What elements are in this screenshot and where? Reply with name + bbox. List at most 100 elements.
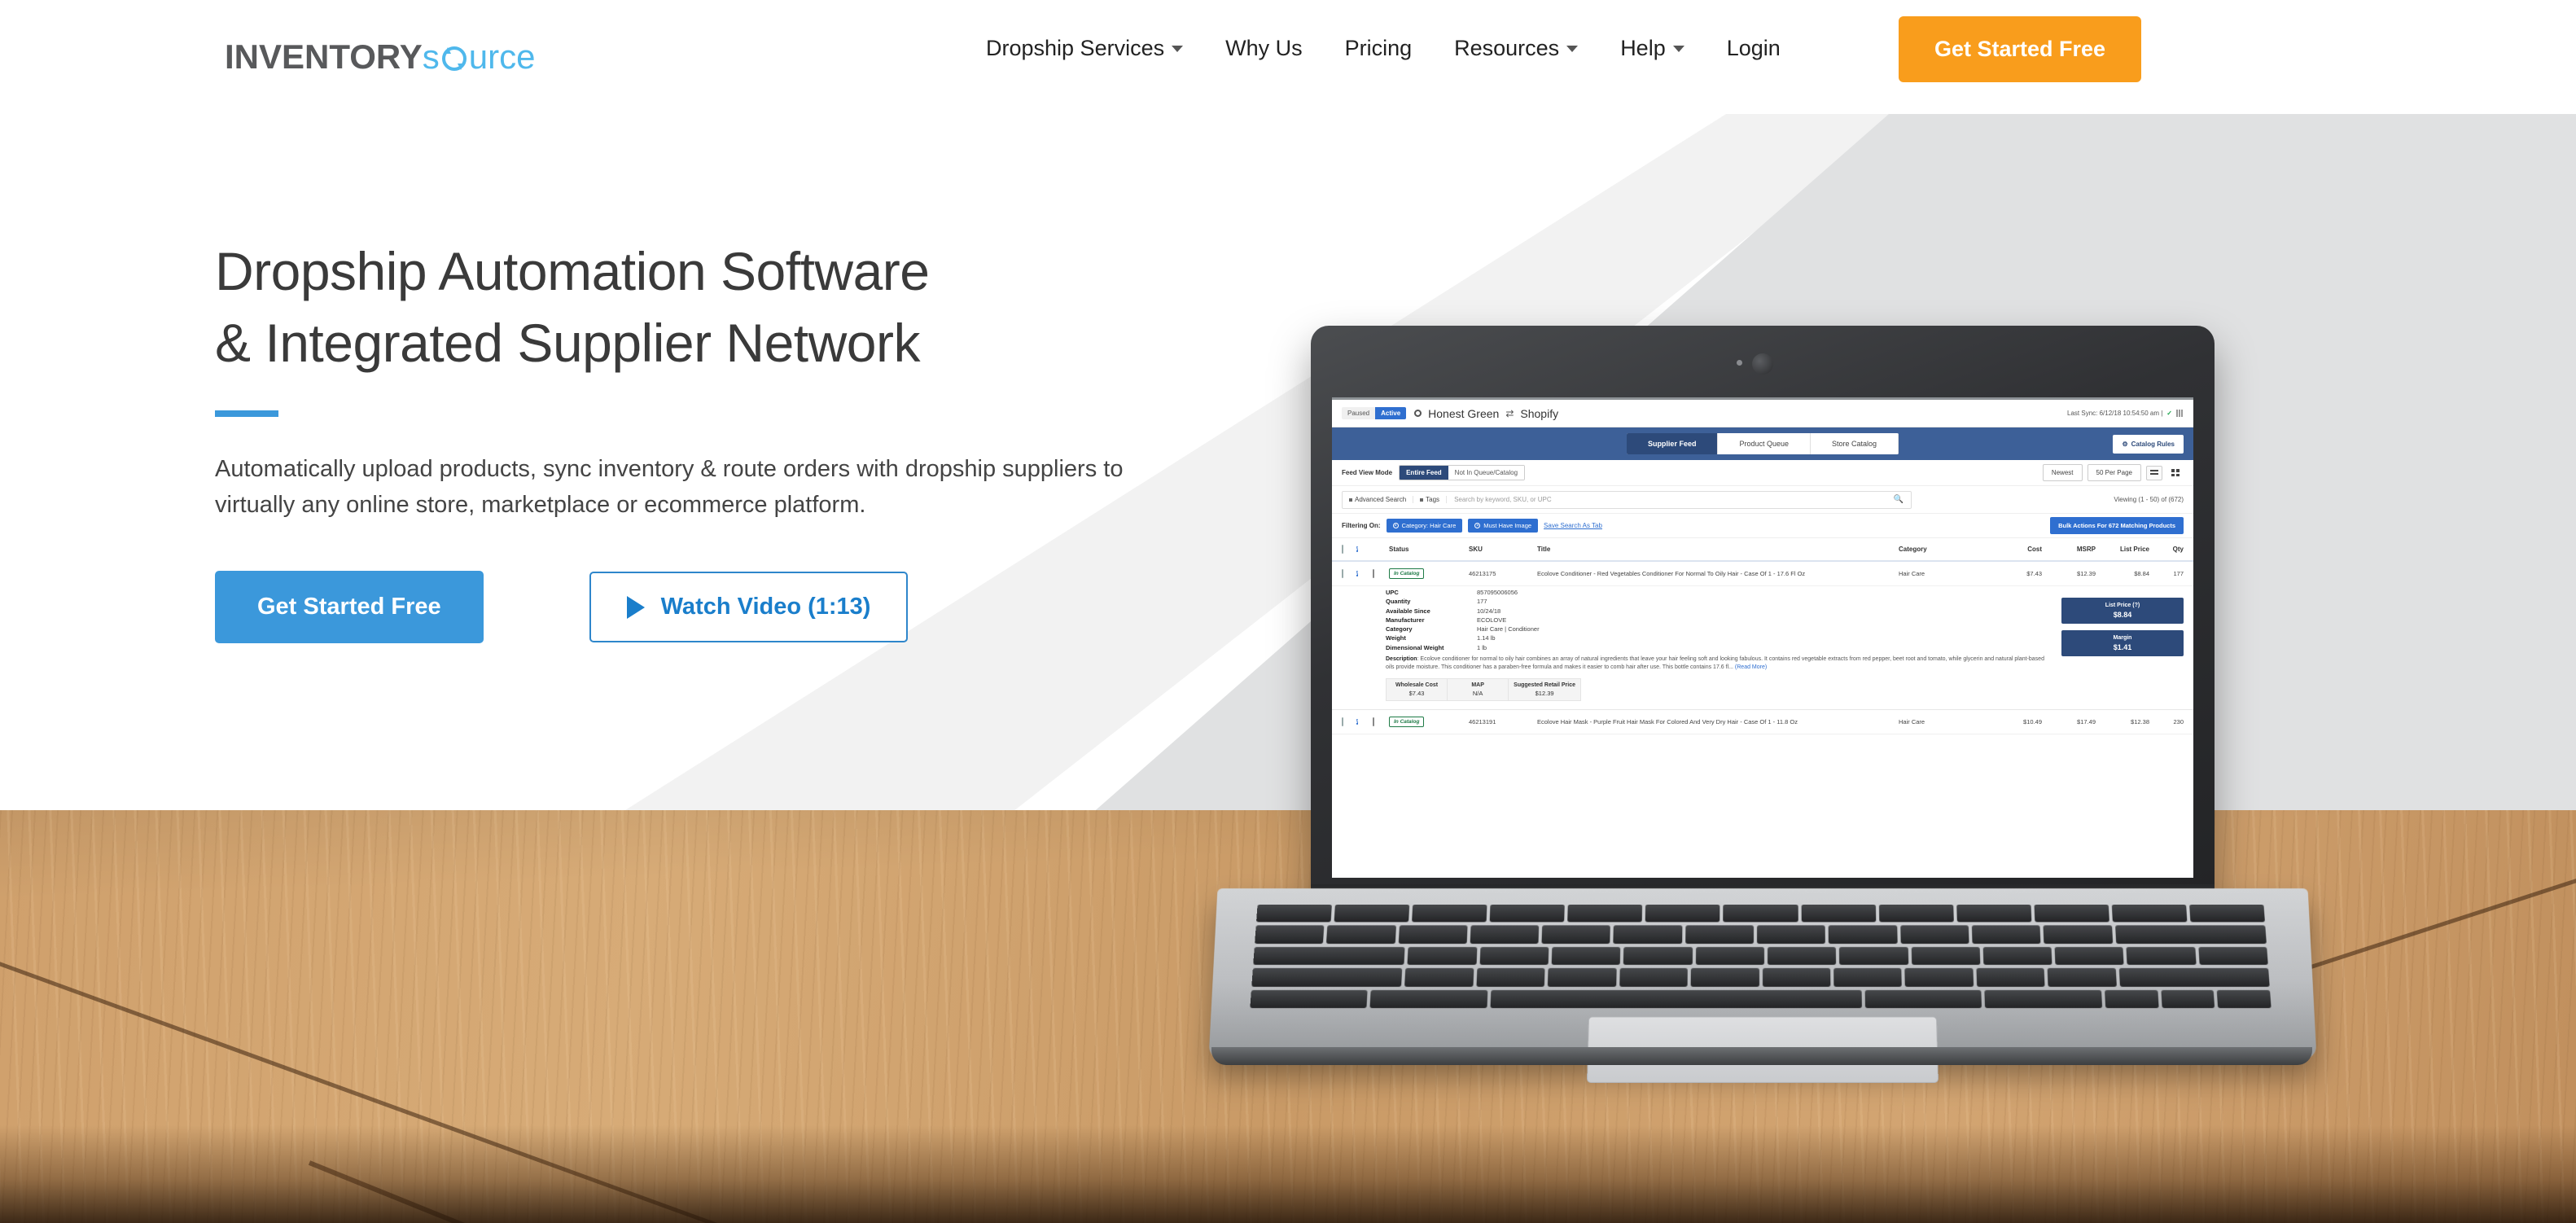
feed-mode-toggle[interactable]: Entire Feed Not In Queue/Catalog	[1399, 465, 1526, 480]
row-info-icon[interactable]: i	[1356, 717, 1373, 727]
rules-icon: ⚙	[2122, 440, 2128, 448]
row-sku: 46213191	[1469, 718, 1496, 726]
price-col: Suggested Retail Price $12.39	[1509, 679, 1580, 700]
logo[interactable]: INVENTORY s urce	[225, 37, 535, 77]
row-info-icon[interactable]: i	[1356, 568, 1373, 579]
nav-item-resources[interactable]: Resources	[1433, 36, 1599, 61]
price-value: $12.39	[1535, 690, 1554, 698]
sort-newest-button[interactable]: Newest	[2042, 464, 2083, 481]
row-category: Hair Care	[1899, 718, 1925, 726]
feed-mode-entire[interactable]: Entire Feed	[1400, 466, 1448, 480]
close-icon[interactable]: ×	[1392, 523, 1399, 528]
row-detail-icon[interactable]	[1373, 569, 1389, 578]
field-key: Category	[1386, 625, 1413, 633]
search-input[interactable]: Search by keyword, SKU, or UPC	[1447, 496, 1893, 503]
field-value: 857095006056	[1477, 589, 1518, 596]
menu-icon[interactable]	[2176, 410, 2184, 417]
laptop-base-front	[1211, 1047, 2312, 1065]
list-price-box: List Price (?) $8.84	[2061, 598, 2184, 624]
hero-subtext: Automatically upload products, sync inve…	[215, 455, 1124, 519]
advanced-search-button[interactable]: Advanced Search	[1343, 496, 1414, 503]
column-cost[interactable]: Cost	[1988, 546, 2042, 553]
nav-item-help[interactable]: Help	[1599, 36, 1706, 61]
nav-label: Dropship Services	[986, 36, 1165, 60]
column-msrp[interactable]: MSRP	[2042, 546, 2096, 553]
margin-box: Margin $1.41	[2061, 630, 2184, 656]
read-more-link[interactable]: (Read More)	[1735, 664, 1767, 670]
column-qty[interactable]: Qty	[2149, 546, 2184, 553]
filter-chip-category-label: Category: Hair Care	[1401, 522, 1457, 529]
info-column-header: i	[1356, 546, 1358, 552]
row-title[interactable]: Ecolove Hair Mask - Purple Fruit Hair Ma…	[1537, 718, 1899, 725]
viewing-count: Viewing (1 - 50) of (672)	[2114, 496, 2184, 503]
close-icon[interactable]: ×	[1474, 523, 1481, 528]
column-sku[interactable]: SKU	[1469, 546, 1537, 553]
price-head: MAP	[1471, 682, 1484, 689]
catalog-rules-label: Catalog Rules	[2131, 440, 2175, 448]
watch-video-button[interactable]: Watch Video (1:13)	[589, 572, 909, 643]
status-toggle[interactable]: Paused Active	[1342, 407, 1407, 419]
field-key: Dimensional Weight	[1386, 643, 1444, 651]
description-text: : Ecolove conditioner for normal to oily…	[1386, 655, 2044, 670]
field-key: Manufacturer	[1386, 616, 1425, 624]
column-category[interactable]: Category	[1899, 546, 1988, 553]
save-search-link[interactable]: Save Search As Tab	[1544, 522, 1602, 529]
nav-label: Login	[1726, 36, 1781, 60]
row-detail-icon[interactable]	[1373, 717, 1389, 727]
header-get-started-button[interactable]: Get Started Free	[1899, 16, 2142, 82]
price-value: N/A	[1472, 690, 1483, 698]
app-tabs: Supplier Feed Product Queue Store Catalo…	[1626, 433, 1899, 454]
list-view-icon[interactable]	[2146, 465, 2162, 480]
field-key: UPC	[1386, 589, 1399, 596]
tab-product-queue[interactable]: Product Queue	[1718, 433, 1811, 454]
filtering-on-label: Filtering On:	[1342, 522, 1381, 529]
row-title[interactable]: Ecolove Conditioner - Red Vegetables Con…	[1537, 570, 1899, 577]
tab-supplier-feed[interactable]: Supplier Feed	[1626, 433, 1719, 454]
row-checkbox[interactable]	[1342, 717, 1356, 727]
hero-get-started-button[interactable]: Get Started Free	[215, 571, 484, 644]
bulk-actions-button[interactable]: Bulk Actions For 672 Matching Products	[2050, 517, 2184, 534]
chevron-down-icon	[1672, 45, 1684, 52]
tab-store-catalog[interactable]: Store Catalog	[1811, 433, 1899, 454]
search-icon[interactable]: 🔍	[1893, 495, 1904, 504]
per-page-select[interactable]: 50 Per Page	[2087, 464, 2141, 481]
nav-label: Help	[1620, 36, 1666, 60]
column-title[interactable]: Title	[1537, 546, 1899, 553]
nav-item-dropship-services[interactable]: Dropship Services	[965, 36, 1204, 61]
detail-field: Quantity 177	[1386, 597, 2050, 606]
filter-chip-category[interactable]: × Category: Hair Care	[1386, 519, 1463, 533]
main-nav: Dropship Services Why Us Pricing Resourc…	[965, 36, 1802, 61]
chevron-down-icon	[1566, 45, 1579, 52]
status-active-option[interactable]: Active	[1375, 407, 1407, 419]
filter-chip-image[interactable]: × Must Have Image	[1468, 519, 1539, 533]
select-all-checkbox[interactable]	[1342, 545, 1356, 554]
advanced-search-label: Advanced Search	[1355, 496, 1407, 503]
row-checkbox[interactable]	[1342, 569, 1356, 578]
nav-item-why-us[interactable]: Why Us	[1204, 36, 1324, 61]
gear-icon[interactable]	[1414, 410, 1422, 417]
column-list-price[interactable]: List Price	[2096, 546, 2149, 553]
row-list-price: $12.38	[2131, 718, 2149, 726]
price-value: $7.43	[1408, 690, 1425, 698]
margin-label: Margin	[2113, 635, 2132, 641]
detail-field: Available Since 10/24/18	[1386, 607, 2050, 616]
catalog-rules-button[interactable]: ⚙ Catalog Rules	[2113, 434, 2184, 454]
toolbar-right-controls: Newest 50 Per Page	[2042, 464, 2184, 481]
nav-item-pricing[interactable]: Pricing	[1324, 36, 1434, 61]
laptop-screen: Paused Active Honest Green ⇄ Shopify Las…	[1332, 397, 2193, 878]
grid-view-icon[interactable]	[2167, 466, 2184, 480]
nav-label: Resources	[1454, 36, 1560, 60]
status-paused-option[interactable]: Paused	[1342, 407, 1376, 419]
supplier-name: Honest Green	[1428, 406, 1500, 420]
column-status[interactable]: Status	[1389, 546, 1441, 553]
nav-item-login[interactable]: Login	[1706, 36, 1802, 61]
row-cost: $7.43	[2026, 570, 2042, 577]
table-row[interactable]: i In Catalog 46213175 Ecolove Conditione…	[1332, 562, 2193, 586]
field-key: Quantity	[1386, 598, 1411, 606]
table-row[interactable]: i In Catalog 46213191 Ecolove Hair Mask …	[1332, 709, 2193, 735]
logo-source-post: urce	[468, 37, 536, 76]
tags-button[interactable]: Tags	[1413, 496, 1448, 503]
platform-name: Shopify	[1520, 406, 1559, 420]
logo-source-pre: s	[422, 37, 440, 76]
feed-mode-not-in-queue[interactable]: Not In Queue/Catalog	[1448, 466, 1525, 480]
